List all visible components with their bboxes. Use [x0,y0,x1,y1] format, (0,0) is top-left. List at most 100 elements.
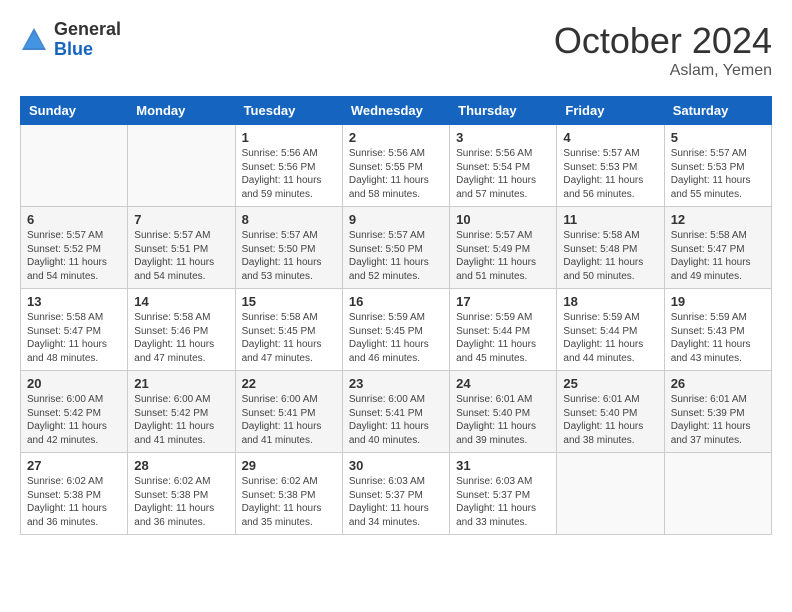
cell-info: Sunrise: 6:00 AM Sunset: 5:42 PM Dayligh… [134,393,228,447]
day-number: 20 [27,376,121,391]
day-number: 12 [671,212,765,227]
day-number: 28 [134,458,228,473]
table-row: 11Sunrise: 5:58 AM Sunset: 5:48 PM Dayli… [557,207,664,289]
day-number: 31 [456,458,550,473]
day-number: 27 [27,458,121,473]
table-row: 23 Sunrise: 6:00 AM Sunset: 5:41 PM Dayli… [342,371,449,453]
calendar-week-row: 20 Sunrise: 6:00 AM Sunset: 5:42 PM Dayli… [21,371,772,453]
cell-info: Sunrise: 6:00 AM Sunset: 5:41 PM Dayligh… [242,393,336,447]
cell-info: Sunrise: 5:56 AM Sunset: 5:55 PM Dayligh… [349,147,443,201]
cell-info: Sunrise: 5:58 AM Sunset: 5:47 PM Dayligh… [671,229,765,283]
table-row: 27 Sunrise: 6:02 AM Sunset: 5:38 PM Dayli… [21,453,128,535]
day-number: 16 [349,294,443,309]
table-row: 7Sunrise: 5:57 AM Sunset: 5:51 PM Daylig… [128,207,235,289]
table-row: 21 Sunrise: 6:00 AM Sunset: 5:42 PM Dayli… [128,371,235,453]
col-monday: Monday [128,97,235,125]
col-thursday: Thursday [450,97,557,125]
day-number: 1 [242,130,336,145]
cell-info: Sunrise: 6:02 AM Sunset: 5:38 PM Dayligh… [134,475,228,529]
table-row: 29 Sunrise: 6:02 AM Sunset: 5:38 PM Dayli… [235,453,342,535]
table-row: 22 Sunrise: 6:00 AM Sunset: 5:41 PM Dayli… [235,371,342,453]
col-friday: Friday [557,97,664,125]
logo-general: General [54,19,121,39]
calendar-header-row: Sunday Monday Tuesday Wednesday Thursday… [21,97,772,125]
cell-info: Sunrise: 6:03 AM Sunset: 5:37 PM Dayligh… [349,475,443,529]
cell-info: Sunrise: 5:57 AM Sunset: 5:53 PM Dayligh… [671,147,765,201]
calendar-week-row: 27 Sunrise: 6:02 AM Sunset: 5:38 PM Dayli… [21,453,772,535]
cell-info: Sunrise: 5:56 AM Sunset: 5:56 PM Dayligh… [242,147,336,201]
cell-info: Sunrise: 5:56 AM Sunset: 5:54 PM Dayligh… [456,147,550,201]
table-row: 25 Sunrise: 6:01 AM Sunset: 5:40 PM Dayli… [557,371,664,453]
table-row: 28 Sunrise: 6:02 AM Sunset: 5:38 PM Dayli… [128,453,235,535]
cell-info: Sunrise: 5:59 AM Sunset: 5:43 PM Dayligh… [671,311,765,365]
cell-info: Sunrise: 5:57 AM Sunset: 5:49 PM Dayligh… [456,229,550,283]
col-saturday: Saturday [664,97,771,125]
calendar: Sunday Monday Tuesday Wednesday Thursday… [20,96,772,535]
day-number: 30 [349,458,443,473]
day-number: 22 [242,376,336,391]
table-row [21,125,128,207]
logo-text: General Blue [54,20,121,60]
cell-info: Sunrise: 6:01 AM Sunset: 5:40 PM Dayligh… [456,393,550,447]
table-row: 14 Sunrise: 5:58 AM Sunset: 5:46 PM Dayli… [128,289,235,371]
day-number: 4 [563,130,657,145]
day-number: 17 [456,294,550,309]
table-row [557,453,664,535]
table-row: 16Sunrise: 5:59 AM Sunset: 5:45 PM Dayli… [342,289,449,371]
cell-info: Sunrise: 5:59 AM Sunset: 5:44 PM Dayligh… [456,311,550,365]
day-number: 15 [242,294,336,309]
day-number: 18 [563,294,657,309]
cell-info: Sunrise: 5:59 AM Sunset: 5:44 PM Dayligh… [563,311,657,365]
calendar-week-row: 1 Sunrise: 5:56 AM Sunset: 5:56 PM Daylig… [21,125,772,207]
day-number: 2 [349,130,443,145]
cell-info: Sunrise: 6:01 AM Sunset: 5:40 PM Dayligh… [563,393,657,447]
table-row: 2 Sunrise: 5:56 AM Sunset: 5:55 PM Daylig… [342,125,449,207]
table-row: 15 Sunrise: 5:58 AM Sunset: 5:45 PM Dayli… [235,289,342,371]
table-row: 1 Sunrise: 5:56 AM Sunset: 5:56 PM Daylig… [235,125,342,207]
table-row: 18 Sunrise: 5:59 AM Sunset: 5:44 PM Dayli… [557,289,664,371]
title-block: October 2024 Aslam, Yemen [554,20,772,80]
day-number: 26 [671,376,765,391]
table-row: 19 Sunrise: 5:59 AM Sunset: 5:43 PM Dayli… [664,289,771,371]
day-number: 25 [563,376,657,391]
table-row: 5 Sunrise: 5:57 AM Sunset: 5:53 PM Daylig… [664,125,771,207]
day-number: 3 [456,130,550,145]
calendar-week-row: 6 Sunrise: 5:57 AM Sunset: 5:52 PM Daylig… [21,207,772,289]
col-sunday: Sunday [21,97,128,125]
cell-info: Sunrise: 5:57 AM Sunset: 5:51 PM Dayligh… [134,229,228,283]
day-number: 5 [671,130,765,145]
location: Aslam, Yemen [554,62,772,80]
day-number: 9 [349,212,443,227]
cell-info: Sunrise: 6:02 AM Sunset: 5:38 PM Dayligh… [27,475,121,529]
table-row: 30 Sunrise: 6:03 AM Sunset: 5:37 PM Dayli… [342,453,449,535]
day-number: 23 [349,376,443,391]
table-row: 6 Sunrise: 5:57 AM Sunset: 5:52 PM Daylig… [21,207,128,289]
logo-blue: Blue [54,39,93,59]
col-wednesday: Wednesday [342,97,449,125]
table-row: 17 Sunrise: 5:59 AM Sunset: 5:44 PM Dayli… [450,289,557,371]
table-row: 4Sunrise: 5:57 AM Sunset: 5:53 PM Daylig… [557,125,664,207]
table-row: 20Sunrise: 6:00 AM Sunset: 5:42 PM Dayli… [21,371,128,453]
table-row: 9Sunrise: 5:57 AM Sunset: 5:50 PM Daylig… [342,207,449,289]
day-number: 11 [563,212,657,227]
table-row: 24Sunrise: 6:01 AM Sunset: 5:40 PM Dayli… [450,371,557,453]
cell-info: Sunrise: 5:58 AM Sunset: 5:47 PM Dayligh… [27,311,121,365]
page-header: General Blue October 2024 Aslam, Yemen [20,20,772,80]
cell-info: Sunrise: 5:58 AM Sunset: 5:45 PM Dayligh… [242,311,336,365]
table-row: 3 Sunrise: 5:56 AM Sunset: 5:54 PM Daylig… [450,125,557,207]
day-number: 21 [134,376,228,391]
cell-info: Sunrise: 6:03 AM Sunset: 5:37 PM Dayligh… [456,475,550,529]
day-number: 19 [671,294,765,309]
day-number: 29 [242,458,336,473]
cell-info: Sunrise: 5:58 AM Sunset: 5:46 PM Dayligh… [134,311,228,365]
cell-info: Sunrise: 5:57 AM Sunset: 5:52 PM Dayligh… [27,229,121,283]
table-row: 10 Sunrise: 5:57 AM Sunset: 5:49 PM Dayli… [450,207,557,289]
table-row: 31 Sunrise: 6:03 AM Sunset: 5:37 PM Dayli… [450,453,557,535]
cell-info: Sunrise: 6:00 AM Sunset: 5:41 PM Dayligh… [349,393,443,447]
day-number: 8 [242,212,336,227]
cell-info: Sunrise: 6:02 AM Sunset: 5:38 PM Dayligh… [242,475,336,529]
logo: General Blue [20,20,121,60]
day-number: 6 [27,212,121,227]
day-number: 14 [134,294,228,309]
day-number: 10 [456,212,550,227]
